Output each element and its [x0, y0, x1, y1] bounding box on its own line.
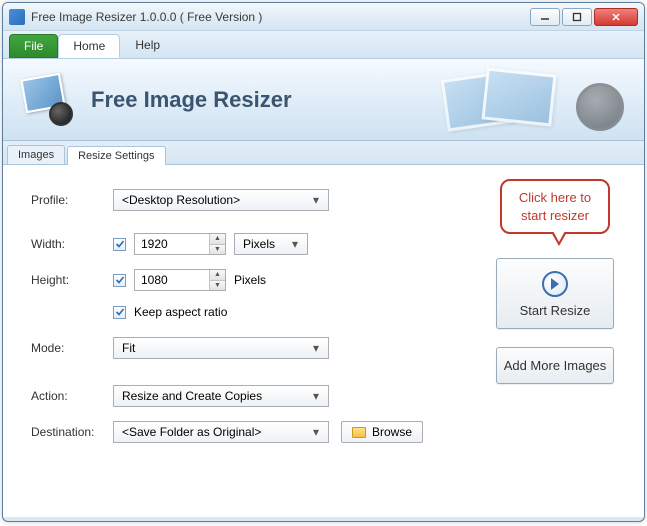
chevron-down-icon: ▾ — [308, 389, 324, 403]
destination-select[interactable]: <Save Folder as Original> ▾ — [113, 421, 329, 443]
destination-label: Destination: — [31, 425, 113, 439]
minimize-icon — [540, 12, 550, 22]
maximize-icon — [572, 12, 582, 22]
start-resize-label: Start Resize — [520, 303, 591, 318]
add-more-label: Add More Images — [504, 358, 607, 373]
width-spin-up[interactable]: ▲ — [210, 234, 225, 245]
width-unit: Pixels — [243, 237, 287, 251]
banner-app-icon — [21, 74, 73, 126]
height-unit: Pixels — [234, 273, 266, 287]
start-resize-button[interactable]: Start Resize — [496, 258, 614, 329]
menu-help[interactable]: Help — [120, 31, 175, 58]
width-value: 1920 — [135, 237, 209, 251]
width-spin-down[interactable]: ▼ — [210, 245, 225, 255]
width-input[interactable]: 1920 ▲ ▼ — [134, 233, 226, 255]
action-select[interactable]: Resize and Create Copies ▾ — [113, 385, 329, 407]
height-value: 1080 — [135, 273, 209, 287]
profile-label: Profile: — [31, 193, 113, 207]
close-button[interactable] — [594, 8, 638, 26]
height-spin-up[interactable]: ▲ — [210, 270, 225, 281]
menu-home[interactable]: Home — [58, 34, 120, 58]
action-value: Resize and Create Copies — [122, 389, 308, 403]
action-label: Action: — [31, 389, 113, 403]
height-label: Height: — [31, 273, 113, 287]
profile-select[interactable]: <Desktop Resolution> ▾ — [113, 189, 329, 211]
chevron-down-icon: ▾ — [308, 425, 324, 439]
chevron-down-icon: ▾ — [308, 341, 324, 355]
app-window: Free Image Resizer 1.0.0.0 ( Free Versio… — [2, 2, 645, 522]
profile-value: <Desktop Resolution> — [122, 193, 308, 207]
mode-value: Fit — [122, 341, 308, 355]
add-more-images-button[interactable]: Add More Images — [496, 347, 614, 384]
height-spin-down[interactable]: ▼ — [210, 281, 225, 291]
titlebar: Free Image Resizer 1.0.0.0 ( Free Versio… — [3, 3, 644, 31]
banner-title: Free Image Resizer — [91, 87, 292, 113]
row-destination: Destination: <Save Folder as Original> ▾… — [31, 421, 616, 443]
width-checkbox[interactable] — [113, 238, 126, 251]
tab-resize-settings[interactable]: Resize Settings — [67, 146, 165, 165]
tab-images[interactable]: Images — [7, 145, 65, 164]
aspect-label: Keep aspect ratio — [134, 305, 227, 319]
chevron-down-icon: ▾ — [308, 193, 324, 207]
close-icon — [611, 12, 621, 22]
width-spinners: ▲ ▼ — [209, 234, 225, 254]
check-icon — [115, 307, 125, 317]
mode-label: Mode: — [31, 341, 113, 355]
minimize-button[interactable] — [530, 8, 560, 26]
menu-file[interactable]: File — [9, 34, 58, 58]
right-panel: Click here to start resizer Start Resize… — [490, 179, 620, 402]
play-icon — [542, 271, 568, 297]
chevron-down-icon: ▾ — [287, 237, 303, 251]
check-icon — [115, 275, 125, 285]
width-unit-select[interactable]: Pixels ▾ — [234, 233, 308, 255]
tabstrip: Images Resize Settings — [3, 141, 644, 165]
menubar: File Home Help — [3, 31, 644, 59]
banner-decoration — [444, 67, 624, 137]
height-spinners: ▲ ▼ — [209, 270, 225, 290]
window-controls — [530, 8, 638, 26]
mode-select[interactable]: Fit ▾ — [113, 337, 329, 359]
maximize-button[interactable] — [562, 8, 592, 26]
window-title: Free Image Resizer 1.0.0.0 ( Free Versio… — [31, 10, 530, 24]
width-label: Width: — [31, 237, 113, 251]
callout-hint: Click here to start resizer — [500, 179, 610, 234]
app-icon — [9, 9, 25, 25]
browse-label: Browse — [372, 425, 412, 439]
folder-icon — [352, 427, 366, 438]
height-input[interactable]: 1080 ▲ ▼ — [134, 269, 226, 291]
content-area: Profile: <Desktop Resolution> ▾ Width: 1… — [3, 165, 644, 517]
banner: Free Image Resizer — [3, 59, 644, 141]
destination-value: <Save Folder as Original> — [122, 425, 308, 439]
browse-button[interactable]: Browse — [341, 421, 423, 443]
check-icon — [115, 239, 125, 249]
height-checkbox[interactable] — [113, 274, 126, 287]
aspect-checkbox[interactable] — [113, 306, 126, 319]
